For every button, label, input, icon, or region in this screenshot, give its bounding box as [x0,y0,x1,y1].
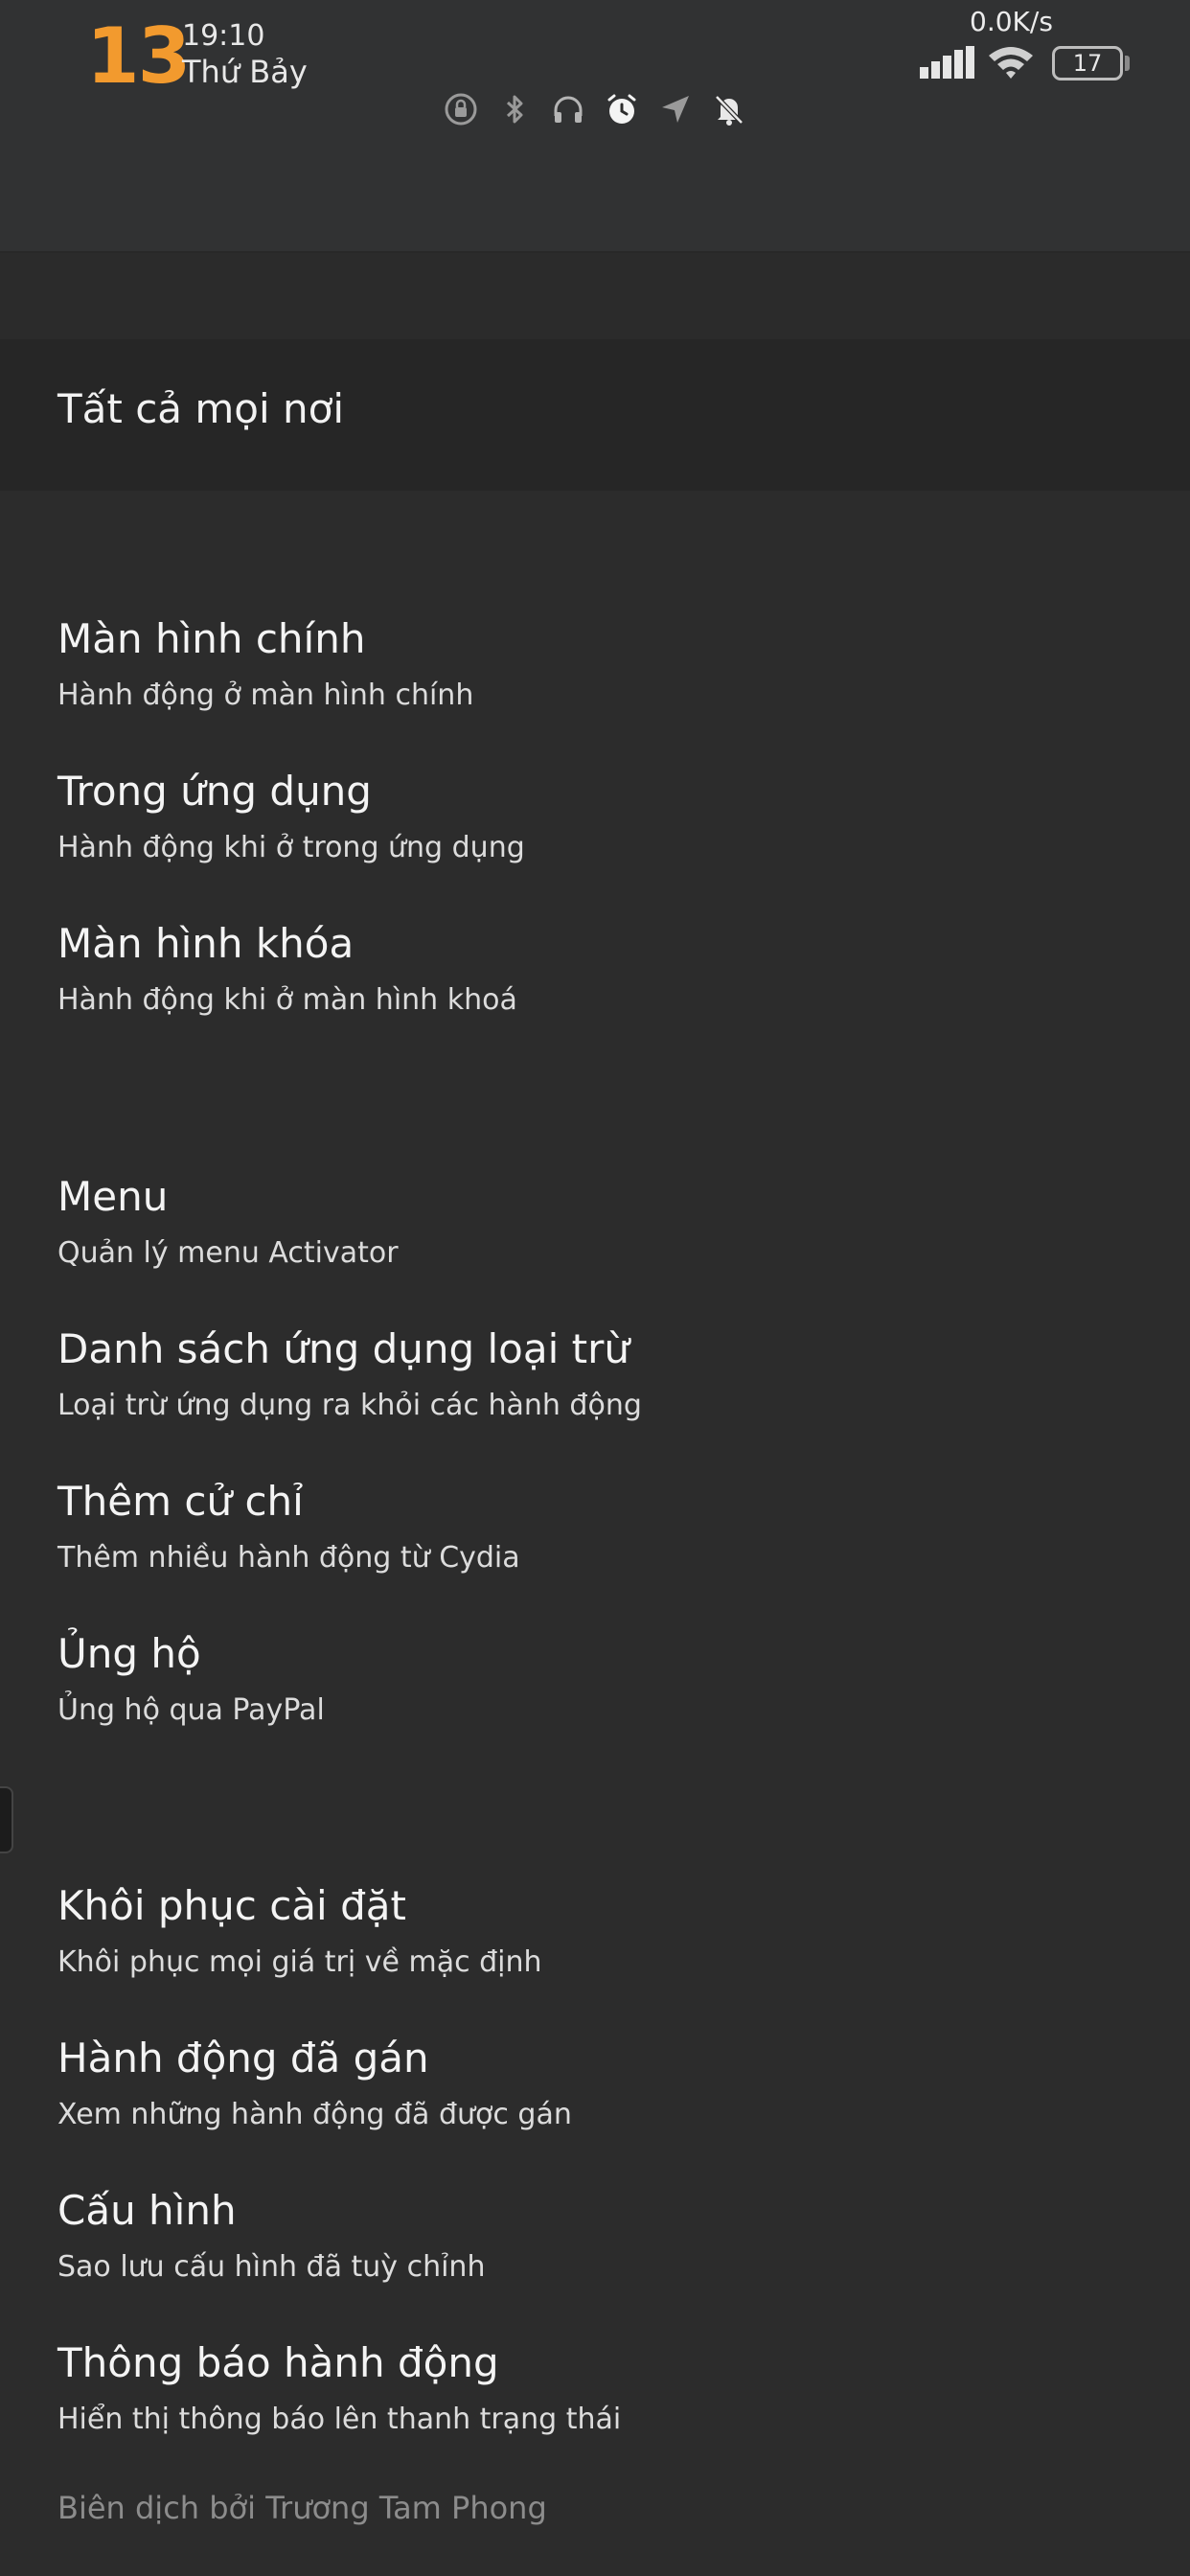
menu-item-title: Màn hình khóa [57,920,355,967]
menu-item-subtitle: Hành động khi ở trong ứng dụng [57,831,525,864]
menu-item-title: Thêm cử chỉ [57,1478,304,1525]
wifi-icon [989,47,1033,79]
menu-item-title: Trong ứng dụng [57,768,372,815]
menu-item-title: Ủng hộ [57,1630,201,1677]
scope-all-row[interactable]: Tất cả mọi nơi [0,339,1190,491]
bluetooth-icon [496,91,533,127]
location-icon [657,91,694,127]
silent-icon [711,91,747,127]
menu-item-subtitle: Loại trừ ứng dụng ra khỏi các hành động [57,1389,642,1422]
menu-item-title: Danh sách ứng dụng loại trừ [57,1325,629,1372]
menu-item-subtitle: Ủng hộ qua PayPal [57,1693,325,1727]
assistive-touch-handle[interactable] [0,1786,13,1853]
rotation-lock-icon [443,91,479,127]
menu-item-subtitle: Khôi phục mọi giá trị về mặc định [57,1945,542,1979]
menu-item-more-gestures[interactable]: Thêm cử chỉ Thêm nhiều hành động từ Cydi… [0,1478,1190,1629]
menu-item-title: Menu [57,1173,169,1220]
menu-item-subtitle: Hành động ở màn hình chính [57,678,474,712]
alarm-icon [604,91,640,127]
menu-item-subtitle: Xem những hành động đã được gán [57,2098,572,2131]
menu-item-subtitle: Quản lý menu Activator [57,1236,399,1270]
date-day-number: 13 [86,12,191,101]
status-bar: 13 19:10 Thứ Bảy 0.0K/s 17 [0,0,1190,253]
menu-item-subtitle: Hành động khi ở màn hình khoá [57,983,517,1017]
weekday-label: Thứ Bảy [182,54,308,90]
menu-item-title: Hành động đã gán [57,2035,429,2082]
menu-item-title: Cấu hình [57,2187,237,2234]
headphones-icon [550,91,586,127]
menu-item-reset-settings[interactable]: Khôi phục cài đặt Khôi phục mọi giá trị … [0,1882,1190,2034]
status-icons [443,88,747,130]
menu-item-home-screen[interactable]: Màn hình chính Hành động ở màn hình chín… [0,615,1190,767]
menu-item-configuration[interactable]: Cấu hình Sao lưu cấu hình đã tuỳ chỉnh [0,2187,1190,2338]
menu-item-lock-screen[interactable]: Màn hình khóa Hành động khi ở màn hình k… [0,920,1190,1071]
scope-all-label: Tất cả mọi nơi [57,385,345,432]
header-spacer [0,253,1190,339]
menu-item-excluded-apps[interactable]: Danh sách ứng dụng loại trừ Loại trừ ứng… [0,1325,1190,1477]
battery-tip [1125,56,1130,71]
menu-item-menu[interactable]: Menu Quản lý menu Activator [0,1173,1190,1324]
menu-item-subtitle: Thêm nhiều hành động từ Cydia [57,1541,520,1575]
menu-item-assigned-actions[interactable]: Hành động đã gán Xem những hành động đã … [0,2035,1190,2186]
translator-credit: Biên dịch bởi Trương Tam Phong [57,2490,547,2526]
menu-item-title: Thông báo hành động [57,2339,499,2386]
menu-item-subtitle: Hiển thị thông báo lên thanh trạng thái [57,2403,622,2436]
battery-indicator: 17 [1052,46,1123,80]
menu-item-action-notifications[interactable]: Thông báo hành động Hiển thị thông báo l… [0,2339,1190,2491]
menu-item-title: Màn hình chính [57,615,366,662]
menu-item-title: Khôi phục cài đặt [57,1882,406,1929]
menu-item-donate[interactable]: Ủng hộ Ủng hộ qua PayPal [0,1630,1190,1782]
network-speed: 0.0K/s [970,6,1053,37]
cellular-signal-icon [920,46,974,79]
clock-time: 19:10 [182,19,265,53]
menu-item-in-app[interactable]: Trong ứng dụng Hành động khi ở trong ứng… [0,768,1190,919]
menu-item-subtitle: Sao lưu cấu hình đã tuỳ chỉnh [57,2250,486,2284]
